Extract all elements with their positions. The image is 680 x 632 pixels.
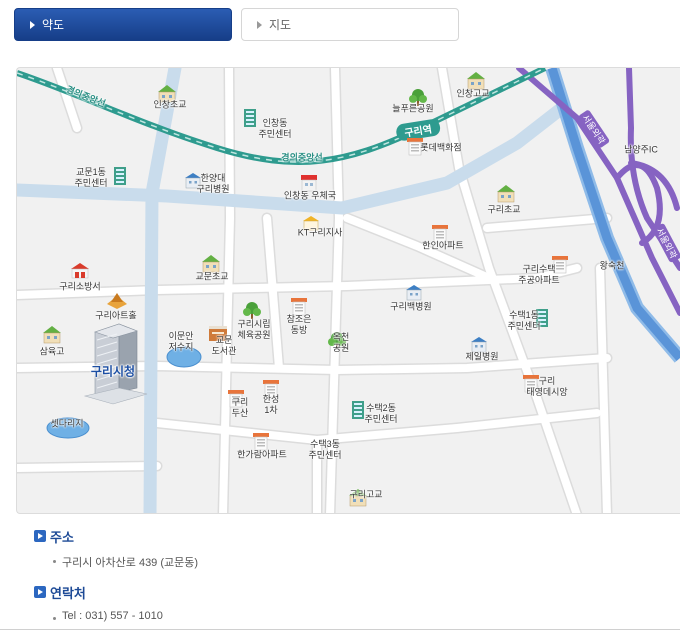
tab-label: 지도 (269, 18, 292, 32)
place-label: 한성 1차 (262, 394, 280, 415)
place-label: 롯데백화점 (420, 142, 462, 153)
bullet-dot (53, 617, 56, 620)
place-label: 참조은 동방 (286, 314, 312, 335)
place-label: 삼육고 (39, 346, 65, 357)
place-label: 구리백병원 (390, 301, 432, 312)
bottom-divider (0, 629, 680, 630)
place-label: 구리소방서 (59, 281, 101, 292)
rail-line-label: 경의중앙선 (281, 152, 323, 163)
fire-station-icon (69, 260, 91, 280)
place-label: 옥천 공원 (332, 332, 350, 353)
place-label: 인창초교 (153, 99, 187, 110)
school-icon (465, 70, 487, 90)
place-label: 구리고교 (349, 489, 383, 500)
place-label: 수택2동 주민센터 (364, 403, 398, 424)
bullet-dot (53, 560, 56, 563)
tab-label: 약도 (42, 18, 65, 32)
tab-arrow-icon (257, 21, 262, 29)
place-label: 구리시립 체육공원 (237, 319, 271, 340)
community-center-icon (109, 166, 131, 186)
section-arrow-icon (34, 586, 46, 598)
place-label: 구리 두산 (231, 397, 249, 418)
place-label: 수택1동 주민센터 (507, 310, 541, 331)
place-label: 교문초교 (195, 271, 229, 282)
place-label: 셋다리지 (50, 418, 84, 429)
apartment-icon (250, 431, 272, 451)
interchange-label: 남양주IC (624, 144, 658, 155)
tab-sketch-map[interactable]: 약도 (14, 8, 232, 41)
school-icon (200, 253, 222, 273)
tab-map[interactable]: 지도 (241, 8, 459, 41)
art-hall-icon (106, 290, 128, 310)
contact-heading: 연락처 (50, 586, 86, 601)
place-label: 구리수택 주공아파트 (518, 264, 560, 285)
location-map: 경의중앙선 경의중앙선 구리역 서울외곽 서울외곽 남양주IC 왕숙천 구리시청… (16, 67, 680, 514)
place-label: KT구리지사 (297, 227, 343, 238)
place-label: 인창동 우체국 (283, 190, 337, 201)
contact-value: Tel : 031) 557 - 1010 (62, 610, 163, 622)
tab-arrow-icon (30, 21, 35, 29)
school-icon (495, 183, 517, 203)
place-label: 한양대 구리병원 (196, 173, 230, 194)
place-label: 한인아파트 (422, 240, 464, 251)
place-label: 한가람아파트 (237, 449, 287, 460)
place-label: 인창동 주민센터 (258, 118, 292, 139)
place-label: 교문 도서관 (211, 335, 237, 356)
road (17, 462, 161, 472)
place-label: 이문안 저수지 (168, 331, 194, 352)
address-value: 구리시 아차산로 439 (교문동) (62, 557, 199, 569)
place-label: 제일병원 (465, 351, 499, 362)
place-label: 구리초교 (487, 204, 521, 215)
address-heading: 주소 (50, 530, 74, 545)
place-label: 교문1동 주민센터 (74, 167, 108, 188)
city-hall-label: 구리시청 (90, 364, 136, 379)
sports-park-icon (241, 300, 263, 320)
hospital-icon (403, 282, 425, 302)
place-label: 구리 태영데시앙 (526, 376, 568, 397)
road (343, 214, 493, 282)
road (438, 68, 581, 513)
road (483, 214, 611, 232)
school-icon (41, 324, 63, 344)
place-label: 늘푸른공원 (392, 103, 434, 114)
river-label: 왕숙천 (599, 260, 625, 271)
section-arrow-icon (34, 530, 46, 542)
place-label: 수택3동 주민센터 (308, 439, 342, 460)
place-label: 구리아트홀 (95, 310, 137, 321)
apartment-icon (288, 296, 310, 316)
place-label: 인창고교 (456, 88, 490, 99)
